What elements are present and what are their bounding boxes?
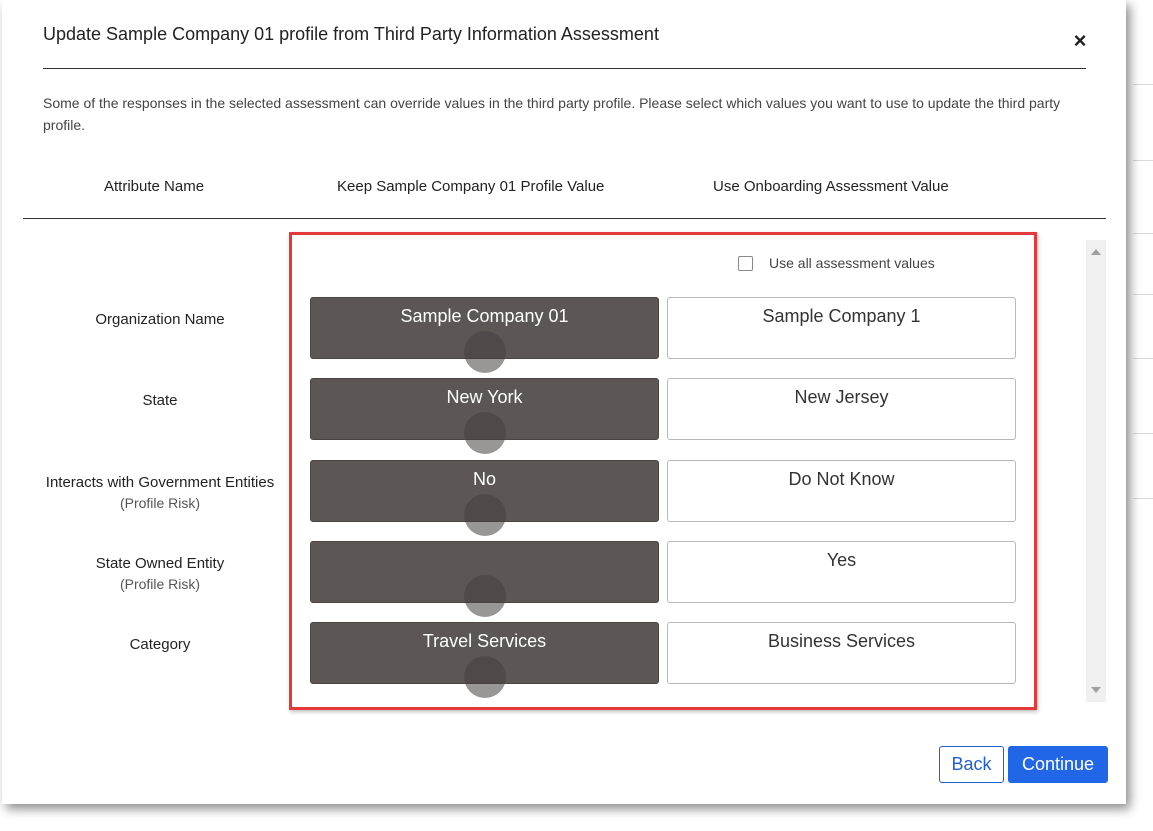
use-all-assessment-values[interactable]: Use all assessment values — [738, 255, 935, 271]
column-header-use-assessment: Use Onboarding Assessment Value — [713, 178, 949, 195]
row-label-state-owned-entity: State Owned Entity (Profile Risk) — [32, 553, 288, 595]
row-label-text: Category — [129, 636, 191, 653]
use-option-category[interactable]: Business Services — [667, 622, 1016, 684]
background-divider — [1133, 233, 1153, 234]
row-label-text: Interacts with Government Entities — [45, 474, 275, 491]
row-label-text: State Owned Entity — [95, 555, 225, 572]
radio-indicator-icon — [463, 575, 506, 617]
keep-option-value: No — [472, 469, 496, 489]
use-option-value: Sample Company 1 — [762, 306, 921, 326]
background-divider — [1133, 294, 1153, 295]
keep-option-category[interactable]: Travel Services — [310, 622, 659, 698]
scroll-down-arrow-icon[interactable] — [1091, 687, 1101, 693]
radio-indicator-icon — [463, 656, 506, 698]
radio-indicator-icon — [463, 494, 506, 536]
row-label-state: State — [32, 390, 288, 411]
background-divider — [1133, 498, 1153, 499]
radio-indicator-icon — [463, 331, 506, 373]
use-option-state[interactable]: New Jersey — [667, 378, 1016, 440]
use-option-state-owned-entity[interactable]: Yes — [667, 541, 1016, 603]
background-divider — [1133, 358, 1153, 359]
use-option-value: New Jersey — [794, 387, 889, 407]
header-divider — [23, 218, 1106, 219]
background-divider — [1133, 433, 1153, 434]
row-label-government-entities: Interacts with Government Entities (Prof… — [32, 472, 288, 514]
keep-option-state-owned-entity[interactable] — [310, 541, 659, 617]
use-option-value: Do Not Know — [788, 469, 895, 489]
use-option-value: Business Services — [767, 631, 916, 651]
use-all-label: Use all assessment values — [769, 255, 935, 271]
close-icon[interactable]: × — [1068, 29, 1092, 53]
title-divider — [43, 68, 1086, 69]
back-button[interactable]: Back — [939, 746, 1004, 783]
row-label-category: Category — [32, 634, 288, 655]
column-header-attribute: Attribute Name — [104, 178, 205, 195]
row-label-organization-name: Organization Name — [32, 309, 288, 330]
continue-button[interactable]: Continue — [1008, 746, 1108, 783]
dialog-intro-text: Some of the responses in the selected as… — [43, 95, 1061, 133]
use-option-government-entities[interactable]: Do Not Know — [667, 460, 1016, 522]
update-profile-dialog: Update Sample Company 01 profile from Th… — [2, 0, 1126, 804]
keep-option-value: Travel Services — [422, 631, 547, 651]
row-label-text: State — [142, 392, 178, 409]
use-option-organization-name[interactable]: Sample Company 1 — [667, 297, 1016, 359]
column-header-keep-profile: Keep Sample Company 01 Profile Value — [337, 178, 605, 195]
vertical-scrollbar[interactable] — [1086, 240, 1106, 702]
row-sublabel: (Profile Risk) — [119, 576, 201, 592]
background-divider — [1133, 160, 1153, 161]
dialog-title: Update Sample Company 01 profile from Th… — [43, 24, 659, 44]
scroll-up-arrow-icon[interactable] — [1091, 249, 1101, 255]
use-option-value: Yes — [826, 550, 857, 570]
row-label-text: Organization Name — [95, 311, 225, 328]
keep-option-value: Sample Company 01 — [400, 306, 569, 326]
radio-indicator-icon — [463, 412, 506, 454]
keep-option-value: New York — [446, 387, 523, 407]
row-sublabel: (Profile Risk) — [119, 495, 201, 511]
keep-option-state[interactable]: New York — [310, 378, 659, 454]
background-divider — [1133, 84, 1153, 85]
use-all-checkbox[interactable] — [738, 255, 753, 271]
keep-option-government-entities[interactable]: No — [310, 460, 659, 536]
keep-option-organization-name[interactable]: Sample Company 01 — [310, 297, 659, 373]
